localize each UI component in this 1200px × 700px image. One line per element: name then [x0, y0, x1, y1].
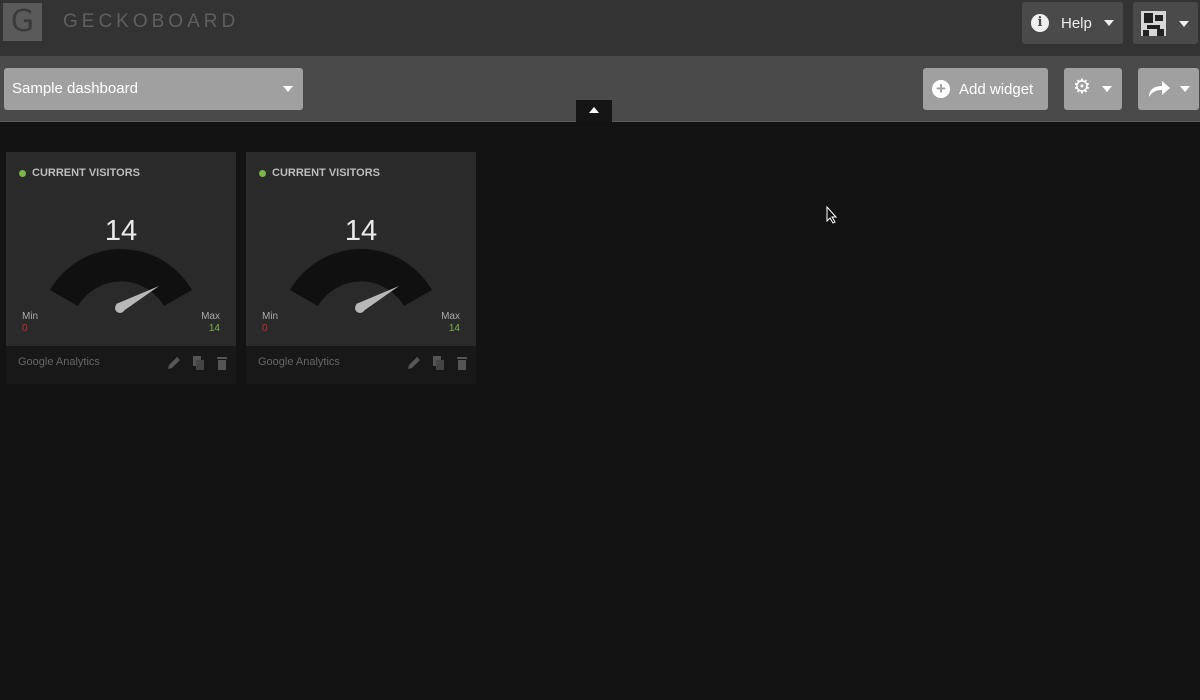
- gauge-min-value: 0: [22, 323, 28, 334]
- widget-tools: [166, 355, 230, 371]
- widget-title-row: CURRENT VISITORS: [259, 167, 380, 179]
- chevron-down-icon: [1103, 20, 1114, 26]
- help-label: Help: [1061, 14, 1092, 32]
- widget-body: CURRENT VISITORS 14 Min 0 Max 14: [246, 152, 476, 346]
- add-widget-button[interactable]: + Add widget: [923, 68, 1048, 110]
- gauge-value: 14: [344, 215, 378, 247]
- share-arrow-icon: [1149, 81, 1170, 97]
- trash-icon[interactable]: [454, 355, 470, 371]
- gauge-max-value: 14: [208, 323, 220, 334]
- chevron-down-icon: [283, 86, 293, 92]
- add-widget-label: Add widget: [959, 80, 1034, 98]
- widget-title: CURRENT VISITORS: [32, 167, 140, 179]
- chevron-up-icon: [589, 107, 599, 113]
- gauge-chart: [50, 249, 192, 313]
- gauge-max-label: Max: [441, 311, 460, 322]
- collapse-toolbar-toggle[interactable]: [576, 100, 612, 122]
- chevron-down-icon: [1102, 86, 1112, 92]
- chevron-down-icon: [1180, 86, 1190, 92]
- share-button[interactable]: [1138, 68, 1199, 110]
- pencil-icon[interactable]: [406, 355, 422, 371]
- chevron-down-icon: [1179, 21, 1189, 27]
- user-menu-button[interactable]: [1133, 2, 1198, 44]
- trash-icon[interactable]: [214, 355, 230, 371]
- dashboard-toolbar: Sample dashboard + Add widget ⚙: [0, 56, 1200, 122]
- dashboard-name: Sample dashboard: [12, 80, 138, 97]
- info-icon: i: [1031, 14, 1049, 32]
- gauge-min-label: Min: [262, 311, 279, 322]
- widget-current-visitors[interactable]: CURRENT VISITORS 14 Min 0 Max 14 Google …: [6, 152, 236, 384]
- logo-icon[interactable]: G: [3, 3, 42, 41]
- plus-circle-icon: +: [932, 80, 950, 98]
- help-button[interactable]: i Help: [1022, 2, 1123, 44]
- pencil-icon[interactable]: [166, 355, 182, 371]
- widget-current-visitors[interactable]: CURRENT VISITORS 14 Min 0 Max 14 Google …: [246, 152, 476, 384]
- status-dot: [19, 169, 26, 177]
- gauge-value: 14: [104, 215, 138, 247]
- gauge-max-label: Max: [201, 311, 220, 322]
- mouse-cursor: [826, 206, 838, 224]
- avatar: [1141, 11, 1166, 36]
- widget-body: CURRENT VISITORS 14 Min 0 Max 14: [6, 152, 236, 346]
- gauge-min-label: Min: [22, 311, 39, 322]
- widget-source: Google Analytics: [258, 356, 340, 368]
- dashboard-select[interactable]: Sample dashboard: [4, 68, 303, 110]
- settings-button[interactable]: ⚙: [1064, 68, 1122, 110]
- copy-icon[interactable]: [190, 355, 206, 371]
- top-bar: G GECKOBOARD i Help: [0, 0, 1200, 56]
- widget-source: Google Analytics: [18, 356, 100, 368]
- copy-icon[interactable]: [430, 355, 446, 371]
- gauge-chart: [290, 249, 432, 313]
- app-name: GECKOBOARD: [63, 11, 240, 32]
- widget-title: CURRENT VISITORS: [272, 167, 380, 179]
- gear-icon: ⚙: [1073, 76, 1091, 98]
- widget-title-row: CURRENT VISITORS: [19, 167, 140, 179]
- widget-tools: [406, 355, 470, 371]
- gauge-min-value: 0: [262, 323, 268, 334]
- gauge-max-value: 14: [448, 323, 460, 334]
- status-dot: [259, 169, 266, 177]
